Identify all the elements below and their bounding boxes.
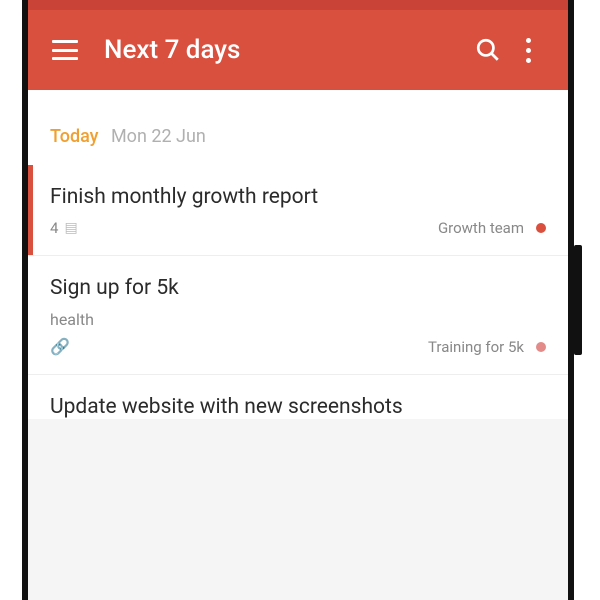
task-item[interactable]: Finish monthly growth report 4 ▤ Growth … bbox=[28, 165, 568, 256]
section-date: Mon 22 Jun bbox=[111, 126, 206, 147]
comment-icon: ▤ bbox=[64, 220, 77, 236]
task-title: Sign up for 5k bbox=[50, 276, 546, 300]
task-item[interactable]: Sign up for 5k health 🔗 Training for 5k bbox=[28, 256, 568, 375]
page-title: Next 7 days bbox=[104, 35, 468, 65]
menu-icon[interactable] bbox=[52, 40, 78, 60]
phone-screen: Next 7 days Today Mon 22 Jun Finish mont… bbox=[28, 0, 568, 600]
today-label: Today bbox=[50, 126, 99, 147]
task-title: Finish monthly growth report bbox=[50, 185, 546, 209]
link-icon: 🔗 bbox=[50, 337, 70, 356]
task-tag: health bbox=[50, 310, 546, 329]
project-label: Training for 5k bbox=[428, 338, 524, 356]
section-header: Today Mon 22 Jun bbox=[28, 90, 568, 165]
project-color-dot bbox=[536, 223, 546, 233]
more-icon[interactable] bbox=[508, 30, 548, 70]
task-meta: 4 ▤ Growth team bbox=[50, 219, 546, 237]
task-title: Update website with new screenshots bbox=[50, 395, 546, 419]
app-bar: Next 7 days bbox=[28, 10, 568, 90]
status-bar bbox=[28, 0, 568, 10]
project-color-dot bbox=[536, 342, 546, 352]
phone-side-button bbox=[574, 245, 582, 355]
project-label: Growth team bbox=[438, 219, 524, 237]
task-list: Today Mon 22 Jun Finish monthly growth r… bbox=[28, 90, 568, 600]
search-icon[interactable] bbox=[468, 30, 508, 70]
comment-count: 4 bbox=[50, 219, 58, 237]
task-item[interactable]: Update website with new screenshots bbox=[28, 375, 568, 419]
task-meta: 🔗 Training for 5k bbox=[50, 337, 546, 356]
